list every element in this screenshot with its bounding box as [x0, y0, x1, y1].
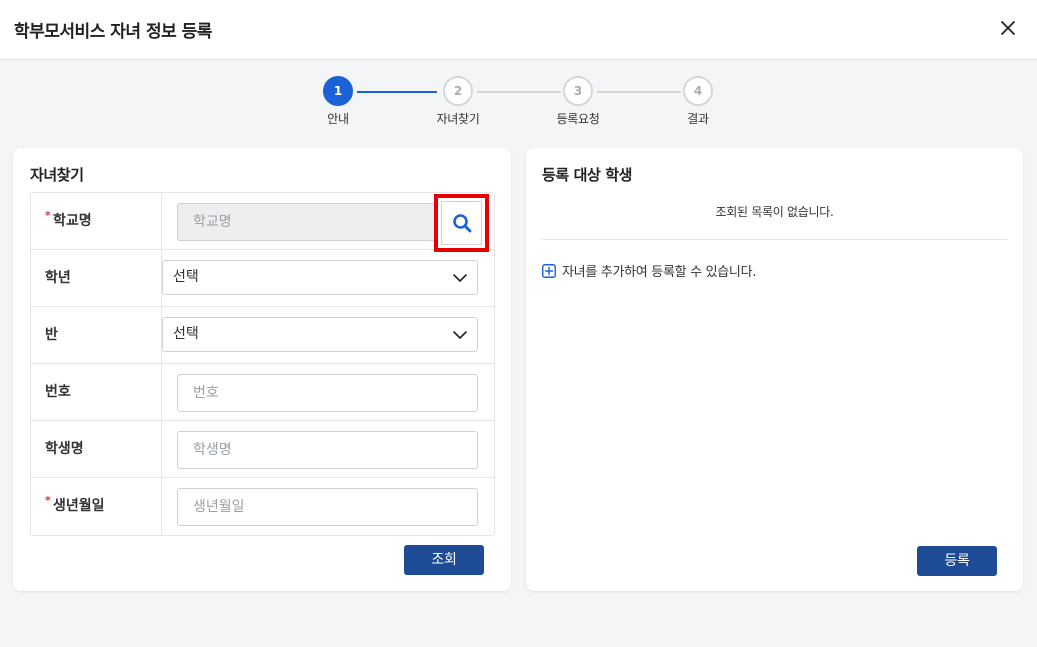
search-submit-button[interactable]: 조회	[404, 545, 484, 575]
form-row-name: 학생명	[31, 421, 494, 478]
step-number: 4	[683, 76, 713, 106]
divider	[542, 239, 1007, 240]
grade-select-value: 선택	[173, 269, 199, 285]
school-input-wrap	[177, 194, 489, 252]
form-row-school: * 학교명	[31, 193, 494, 252]
form-row-grade: 학년 선택	[31, 250, 494, 307]
step-label: 자녀찾기	[436, 112, 480, 126]
search-form: * 학교명 학교명 학년 선택 반 선택 번호 번호 학생명 학생명 * 생년월…	[30, 192, 495, 536]
add-child-hint: 자녀를 추가하여 등록할 수 있습니다.	[542, 261, 756, 280]
progress-stepper: 1 안내 2 자녀찾기 3 등록요청 4 결과	[0, 76, 1037, 136]
number-input[interactable]	[177, 374, 478, 412]
field-label: * 생년월일	[31, 478, 162, 535]
form-row-birth: * 생년월일	[31, 478, 494, 535]
field-control: 선택	[162, 260, 493, 295]
step-4: 4 결과	[658, 76, 738, 127]
name-label: 학생명	[45, 441, 84, 457]
student-name-input[interactable]	[177, 431, 478, 469]
panel-title: 등록 대상 학생	[542, 166, 633, 184]
search-button-inner[interactable]	[441, 201, 482, 245]
plus-square-icon[interactable]	[542, 263, 556, 278]
add-child-text: 자녀를 추가하여 등록할 수 있습니다.	[562, 265, 757, 280]
field-label: 번호	[31, 364, 162, 420]
field-label: 반	[31, 307, 162, 363]
birthdate-input[interactable]	[177, 488, 478, 526]
required-mark: *	[45, 209, 51, 222]
chevron-down-icon	[453, 274, 467, 282]
field-control	[177, 374, 478, 412]
grade-select[interactable]: 선택	[162, 260, 478, 295]
close-icon[interactable]	[996, 16, 1020, 40]
empty-list-message: 조회된 목록이 없습니다.	[715, 205, 834, 219]
field-label: 학년	[31, 250, 162, 306]
school-search-button[interactable]	[434, 194, 489, 252]
step-label: 안내	[327, 112, 349, 126]
form-row-class: 반 선택	[31, 307, 494, 364]
chevron-down-icon	[453, 331, 467, 339]
field-label: 학생명	[31, 421, 162, 477]
field-control	[177, 431, 478, 469]
child-search-panel: 자녀찾기 * 학교명 학교명 학년 선택 반 선택 번호 번호 학생명 학생명 …	[13, 148, 511, 591]
required-mark: *	[45, 494, 51, 507]
step-3: 3 등록요청	[538, 76, 618, 127]
field-control	[177, 488, 478, 526]
modal-header: 학부모서비스 자녀 정보 등록	[0, 0, 1037, 60]
step-label: 결과	[687, 112, 709, 126]
grade-label: 학년	[45, 270, 71, 286]
panel-title: 자녀찾기	[30, 166, 84, 184]
field-control: 선택	[162, 317, 493, 352]
number-label: 번호	[45, 384, 71, 400]
birth-label: 생년월일	[53, 498, 105, 514]
step-number: 2	[443, 76, 473, 106]
step-number: 3	[563, 76, 593, 106]
step-2: 2 자녀찾기	[418, 76, 498, 127]
school-input[interactable]	[177, 203, 478, 241]
step-1: 1 안내	[298, 76, 378, 127]
school-label: 학교명	[53, 213, 92, 229]
registration-target-panel: 등록 대상 학생 조회된 목록이 없습니다. 자녀를 추가하여 등록할 수 있습…	[526, 148, 1023, 591]
step-label: 등록요청	[556, 112, 600, 126]
modal-title: 학부모서비스 자녀 정보 등록	[14, 22, 212, 42]
register-button[interactable]: 등록	[917, 546, 997, 576]
form-row-number: 번호	[31, 364, 494, 421]
class-select[interactable]: 선택	[162, 317, 478, 352]
step-number: 1	[323, 76, 353, 106]
field-label: * 학교명	[31, 193, 162, 249]
field-control	[177, 194, 489, 252]
class-label: 반	[45, 327, 58, 343]
class-select-value: 선택	[173, 326, 199, 342]
search-icon	[452, 214, 471, 233]
